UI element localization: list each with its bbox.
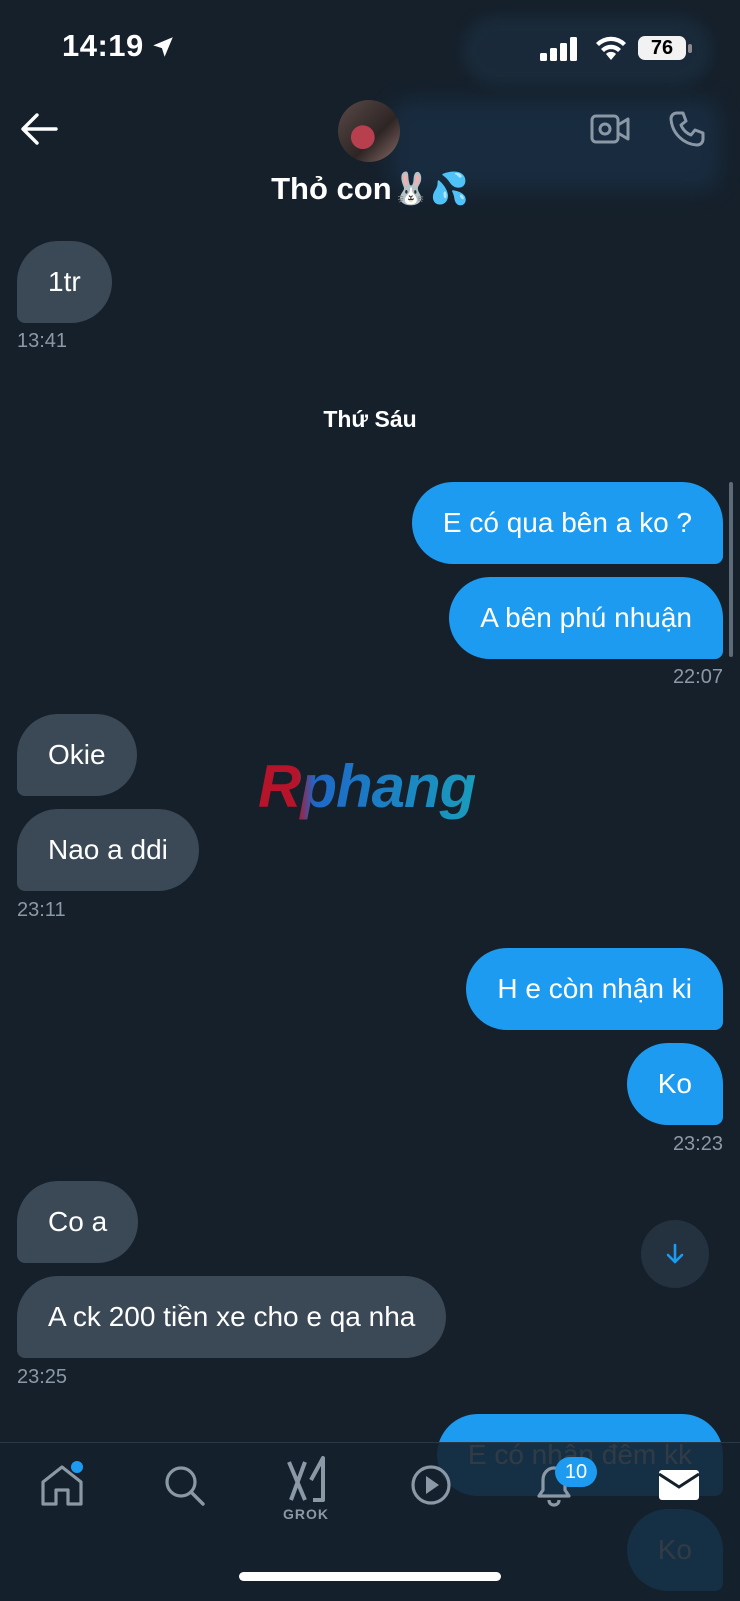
watermark-logo: Rphang (258, 753, 476, 820)
contact-name[interactable]: Thỏ con🐰💦 (0, 170, 740, 207)
location-arrow-icon (153, 37, 173, 57)
message-timestamp: 23:23 (672, 1133, 723, 1155)
message-bubble-incoming[interactable]: Nao a ddi (17, 809, 199, 891)
home-indicator[interactable] (239, 1572, 501, 1581)
video-play-icon[interactable] (408, 1462, 454, 1508)
search-icon[interactable] (161, 1462, 207, 1508)
battery-level: 76 (638, 36, 686, 60)
message-timestamp: 23:25 (17, 1366, 68, 1388)
notification-badge: 10 (555, 1457, 597, 1487)
contact-avatar[interactable] (338, 100, 400, 162)
grok-icon[interactable] (283, 1456, 329, 1502)
message-bubble-incoming[interactable]: A ck 200 tiền xe cho e qa nha (17, 1276, 447, 1358)
message-bubble-outgoing[interactable]: Ko (626, 1043, 723, 1125)
message-bubble-outgoing[interactable]: E có qua bên a ko ? (411, 482, 723, 564)
message-timestamp: 23:11 (17, 899, 66, 921)
message-bubble-outgoing[interactable]: H e còn nhận ki (466, 948, 723, 1030)
scrollbar[interactable] (729, 482, 733, 657)
home-unread-dot (71, 1461, 83, 1473)
message-bubble-incoming[interactable]: Co a (17, 1181, 139, 1263)
message-timestamp: 22:07 (672, 666, 723, 688)
message-bubble-outgoing[interactable]: A bên phú nhuận (449, 577, 723, 659)
message-bubble-incoming[interactable]: 1tr (17, 241, 112, 323)
back-arrow-icon[interactable] (20, 112, 58, 146)
status-time: 14:19 (62, 28, 144, 63)
day-separator: Thứ Sáu (323, 406, 417, 432)
video-call-icon[interactable] (590, 112, 630, 146)
phone-call-icon[interactable] (668, 110, 706, 148)
arrow-down-icon (666, 1243, 684, 1264)
scroll-to-bottom-button[interactable] (641, 1220, 709, 1288)
cellular-signal-icon (540, 37, 577, 61)
mail-icon[interactable] (656, 1462, 702, 1508)
message-timestamp: 13:41 (17, 330, 68, 352)
battery-indicator: 76 (638, 36, 694, 62)
message-bubble-incoming[interactable]: Okie (17, 714, 137, 796)
grok-label: GROK (283, 1506, 329, 1522)
wifi-icon (596, 36, 626, 60)
